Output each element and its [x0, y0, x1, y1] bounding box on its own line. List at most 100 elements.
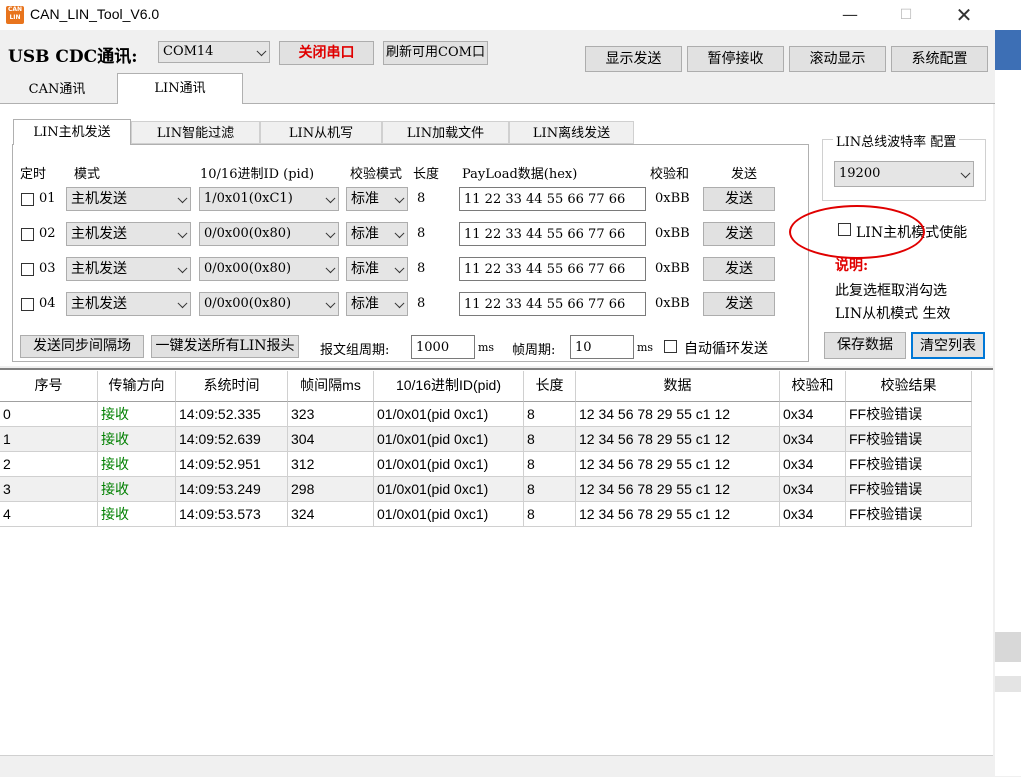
- table-cell: 01/0x01(pid 0xc1): [374, 402, 524, 427]
- timer-checkbox[interactable]: [21, 263, 34, 276]
- payload-input[interactable]: [459, 257, 646, 281]
- background-window-strip: [995, 30, 1021, 70]
- chevron-down-icon: [960, 168, 971, 179]
- clear-list-button[interactable]: 清空列表: [911, 332, 985, 359]
- column-header[interactable]: 校验和: [780, 371, 846, 402]
- timer-checkbox[interactable]: [21, 193, 34, 206]
- header-timer: 定时: [20, 167, 47, 182]
- table-cell: FF校验错误: [846, 477, 972, 502]
- payload-input[interactable]: [459, 292, 646, 316]
- check-mode-select[interactable]: 标准: [346, 292, 408, 316]
- check-mode-select[interactable]: 标准: [346, 257, 408, 281]
- mode-select[interactable]: 主机发送: [66, 187, 191, 211]
- timer-checkbox[interactable]: [21, 298, 34, 311]
- mode-select[interactable]: 主机发送: [66, 257, 191, 281]
- subtab-lin-slave-write[interactable]: LIN从机写: [260, 121, 382, 144]
- auto-loop-checkbox[interactable]: [664, 340, 677, 353]
- send-all-headers-button[interactable]: 一键发送所有LIN报头: [151, 335, 299, 358]
- save-data-button[interactable]: 保存数据: [824, 332, 906, 359]
- table-cell: 298: [288, 477, 374, 502]
- com-port-value: COM14: [163, 44, 214, 59]
- id-select[interactable]: 0/0x00(0x80): [199, 222, 339, 246]
- chevron-down-icon: [394, 298, 405, 309]
- timer-checkbox[interactable]: [21, 228, 34, 241]
- id-value: 1/0x01(0xC1): [204, 191, 293, 206]
- column-header[interactable]: 帧间隔ms: [288, 371, 374, 402]
- payload-input[interactable]: [459, 222, 646, 246]
- header-checksum: 校验和: [650, 167, 690, 182]
- table-cell: 323: [288, 402, 374, 427]
- check-mode-value: 标准: [351, 226, 379, 242]
- group-period-unit: ms: [478, 341, 495, 354]
- com-port-select[interactable]: COM14: [158, 41, 270, 63]
- column-header[interactable]: 传输方向: [98, 371, 176, 402]
- id-value: 0/0x00(0x80): [204, 261, 292, 276]
- table-cell: 12 34 56 78 29 55 c1 12: [576, 502, 780, 527]
- send-button[interactable]: 发送: [703, 222, 775, 246]
- subtab-lin-master-send[interactable]: LIN主机发送: [13, 119, 131, 145]
- table-cell: 01/0x01(pid 0xc1): [374, 452, 524, 477]
- id-value: 0/0x00(0x80): [204, 296, 292, 311]
- chevron-down-icon: [177, 263, 188, 274]
- send-button[interactable]: 发送: [703, 257, 775, 281]
- column-header[interactable]: 校验结果: [846, 371, 972, 402]
- sys-config-button[interactable]: 系统配置: [891, 46, 988, 72]
- tab-lin[interactable]: LIN通讯: [117, 73, 243, 104]
- maximize-icon[interactable]: ☐: [883, 0, 929, 30]
- table-cell: 01/0x01(pid 0xc1): [374, 477, 524, 502]
- subtab-lin-offline-send[interactable]: LIN离线发送: [509, 121, 634, 144]
- column-header[interactable]: 数据: [576, 371, 780, 402]
- subtab-lin-smart-filter[interactable]: LIN智能过滤: [131, 121, 260, 144]
- column-header[interactable]: 长度: [524, 371, 576, 402]
- mode-select[interactable]: 主机发送: [66, 292, 191, 316]
- table-cell: FF校验错误: [846, 402, 972, 427]
- table-cell: 12 34 56 78 29 55 c1 12: [576, 402, 780, 427]
- note-title: 说明:: [835, 258, 869, 274]
- chevron-down-icon: [394, 193, 405, 204]
- note-line-2: LIN从机模式 生效: [835, 306, 951, 322]
- table-cell: FF校验错误: [846, 427, 972, 452]
- id-select[interactable]: 0/0x00(0x80): [199, 292, 339, 316]
- close-port-button[interactable]: 关闭串口: [279, 41, 374, 65]
- group-period-input[interactable]: [411, 335, 475, 359]
- column-header[interactable]: 10/16进制ID(pid): [374, 371, 524, 402]
- id-select[interactable]: 1/0x01(0xC1): [199, 187, 339, 211]
- header-payload: PayLoad数据(hex): [462, 167, 578, 182]
- show-send-button[interactable]: 显示发送: [585, 46, 682, 72]
- frame-period-input[interactable]: [570, 335, 634, 359]
- sync-gap-button[interactable]: 发送同步间隔场: [20, 335, 144, 358]
- header-length: 长度: [413, 167, 440, 182]
- check-mode-select[interactable]: 标准: [346, 222, 408, 246]
- column-header[interactable]: 系统时间: [176, 371, 288, 402]
- id-select[interactable]: 0/0x00(0x80): [199, 257, 339, 281]
- table-cell: 接收: [98, 477, 176, 502]
- table-cell: 3: [0, 477, 98, 502]
- scroll-show-button[interactable]: 滚动显示: [789, 46, 886, 72]
- mode-value: 主机发送: [71, 261, 127, 277]
- send-button[interactable]: 发送: [703, 187, 775, 211]
- subtab-lin-load-file[interactable]: LIN加载文件: [382, 121, 509, 144]
- checksum-value: 0xBB: [655, 191, 690, 206]
- column-header[interactable]: 序号: [0, 371, 98, 402]
- tab-can[interactable]: CAN通讯: [2, 77, 112, 102]
- chevron-down-icon: [325, 193, 336, 204]
- table-cell: 0: [0, 402, 98, 427]
- payload-input[interactable]: [459, 187, 646, 211]
- table-cell: 4: [0, 502, 98, 527]
- check-mode-value: 标准: [351, 191, 379, 207]
- table-cell: FF校验错误: [846, 452, 972, 477]
- check-mode-value: 标准: [351, 296, 379, 312]
- baud-select[interactable]: 19200: [834, 161, 974, 187]
- check-mode-select[interactable]: 标准: [346, 187, 408, 211]
- table-cell: 0x34: [780, 402, 846, 427]
- pause-recv-button[interactable]: 暂停接收: [687, 46, 784, 72]
- send-button[interactable]: 发送: [703, 292, 775, 316]
- length-value: 8: [417, 261, 426, 276]
- refresh-com-button[interactable]: 刷新可用COM口: [383, 41, 488, 65]
- minimize-icon[interactable]: —: [827, 0, 873, 30]
- mode-select[interactable]: 主机发送: [66, 222, 191, 246]
- close-icon[interactable]: ✕: [941, 0, 987, 30]
- status-bar: [0, 755, 993, 777]
- header-mode: 模式: [74, 167, 101, 182]
- header-check-mode: 校验模式: [350, 167, 403, 182]
